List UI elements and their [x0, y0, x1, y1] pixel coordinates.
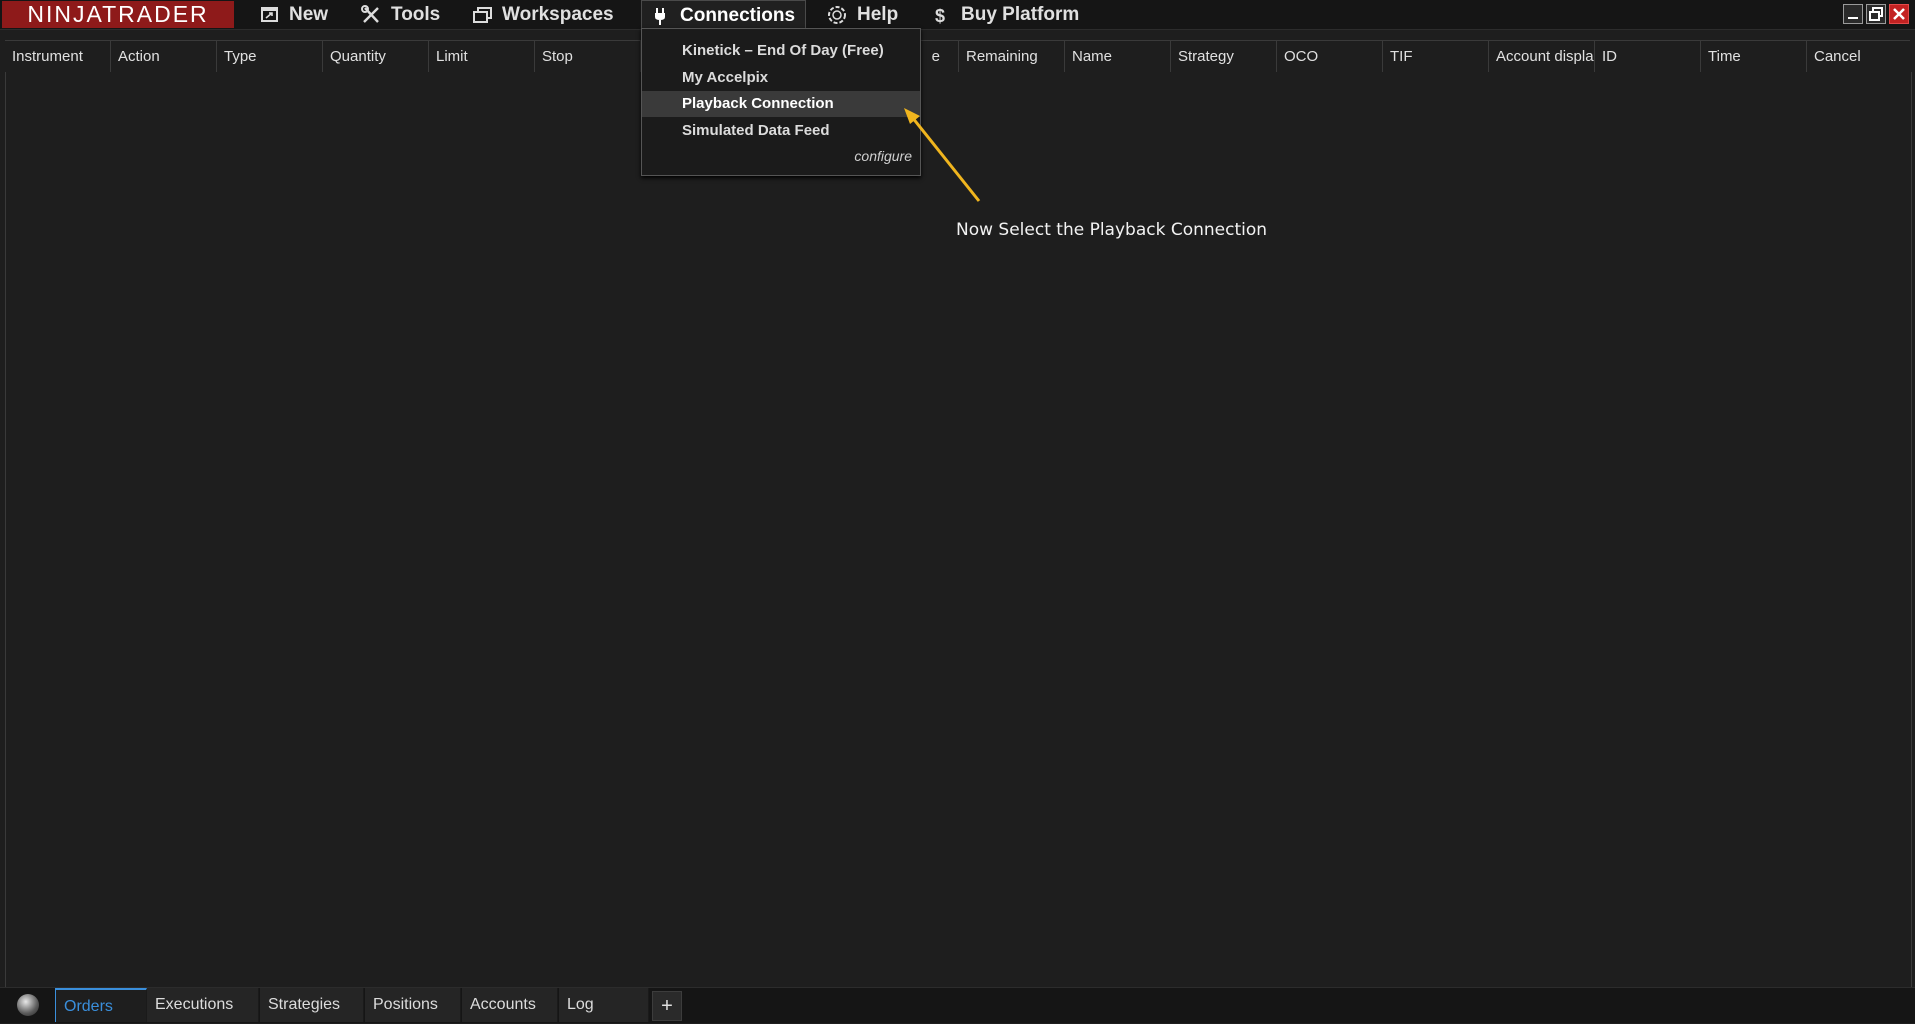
- menu-buy-platform[interactable]: $ Buy Platform: [931, 0, 1091, 29]
- close-button[interactable]: [1889, 4, 1909, 24]
- restore-icon: [1869, 7, 1883, 21]
- annotation-text: Now Select the Playback Connection: [956, 220, 1268, 240]
- connection-item-label: Simulated Data Feed: [682, 122, 830, 139]
- connection-item-simulated-data-feed[interactable]: Simulated Data Feed: [642, 118, 920, 144]
- menu-connections[interactable]: Connections: [641, 0, 806, 30]
- col-limit[interactable]: Limit: [429, 41, 535, 72]
- col-id[interactable]: ID: [1595, 41, 1701, 72]
- tab-orders[interactable]: Orders: [55, 988, 147, 1022]
- menu-new[interactable]: New: [259, 0, 331, 29]
- plug-icon: [655, 8, 665, 25]
- orders-grid-header: Instrument Action Type Quantity Limit St…: [5, 40, 1910, 73]
- connection-item-my-accelpix[interactable]: My Accelpix: [642, 65, 920, 91]
- col-account-display[interactable]: Account displa: [1489, 41, 1595, 72]
- col-name[interactable]: Name: [1065, 41, 1171, 72]
- minimize-icon: [1848, 17, 1858, 19]
- menu-buy-platform-label: Buy Platform: [961, 4, 1080, 25]
- logo-text: NINJATRADER: [27, 1, 209, 27]
- menu-help-label: Help: [857, 4, 899, 25]
- menu-tools-label: Tools: [391, 4, 441, 25]
- col-instrument[interactable]: Instrument: [5, 41, 111, 72]
- menu-tools[interactable]: Tools: [361, 0, 445, 29]
- new-window-icon: [261, 7, 278, 22]
- menu-connections-label: Connections: [680, 5, 796, 26]
- ninjatrader-logo[interactable]: NINJATRADER: [2, 1, 234, 28]
- top-menu-bar: NINJATRADER New Tools Workspaces Connect…: [0, 0, 1915, 30]
- menu-help[interactable]: Help: [827, 0, 907, 29]
- col-quantity[interactable]: Quantity: [323, 41, 429, 72]
- workspaces-icon: [473, 7, 492, 23]
- col-type[interactable]: Type: [217, 41, 323, 72]
- menu-workspaces-label: Workspaces: [502, 4, 614, 25]
- close-icon: [1893, 8, 1905, 20]
- col-tif[interactable]: TIF: [1383, 41, 1489, 72]
- globe-icon[interactable]: [17, 994, 39, 1016]
- col-remaining[interactable]: Remaining: [959, 41, 1065, 72]
- dollar-icon: $: [935, 6, 945, 25]
- col-time[interactable]: Time: [1701, 41, 1807, 72]
- connections-dropdown: Kinetick – End Of Day (Free) My Accelpix…: [641, 28, 921, 176]
- menu-new-label: New: [289, 4, 329, 25]
- configure-link[interactable]: configure: [854, 148, 912, 164]
- connection-item-kinetick[interactable]: Kinetick – End Of Day (Free): [642, 38, 920, 64]
- minimize-button[interactable]: [1843, 4, 1863, 24]
- menu-workspaces[interactable]: Workspaces: [472, 0, 622, 29]
- tab-accounts[interactable]: Accounts: [462, 988, 558, 1022]
- bottom-tab-bar: Orders Executions Strategies Positions A…: [0, 987, 1915, 1023]
- tab-log[interactable]: Log: [559, 988, 649, 1022]
- col-stop[interactable]: Stop: [535, 41, 641, 72]
- connection-item-playback[interactable]: Playback Connection: [642, 91, 920, 117]
- connection-item-label: Playback Connection: [682, 95, 834, 112]
- connection-item-label: Kinetick – End Of Day (Free): [682, 42, 884, 59]
- connection-item-label: My Accelpix: [682, 69, 769, 86]
- col-strategy[interactable]: Strategy: [1171, 41, 1277, 72]
- col-oco[interactable]: OCO: [1277, 41, 1383, 72]
- lifebuoy-icon: [828, 6, 846, 24]
- tools-icon: [361, 5, 379, 23]
- restore-button[interactable]: [1866, 4, 1886, 24]
- tab-positions[interactable]: Positions: [365, 988, 461, 1022]
- svg-text:$: $: [935, 6, 945, 25]
- add-tab-button[interactable]: +: [652, 991, 682, 1021]
- tab-strategies[interactable]: Strategies: [260, 988, 364, 1022]
- orders-grid-body[interactable]: [5, 72, 1912, 987]
- col-action[interactable]: Action: [111, 41, 217, 72]
- tab-executions[interactable]: Executions: [147, 988, 259, 1022]
- col-cancel[interactable]: Cancel: [1807, 41, 1910, 72]
